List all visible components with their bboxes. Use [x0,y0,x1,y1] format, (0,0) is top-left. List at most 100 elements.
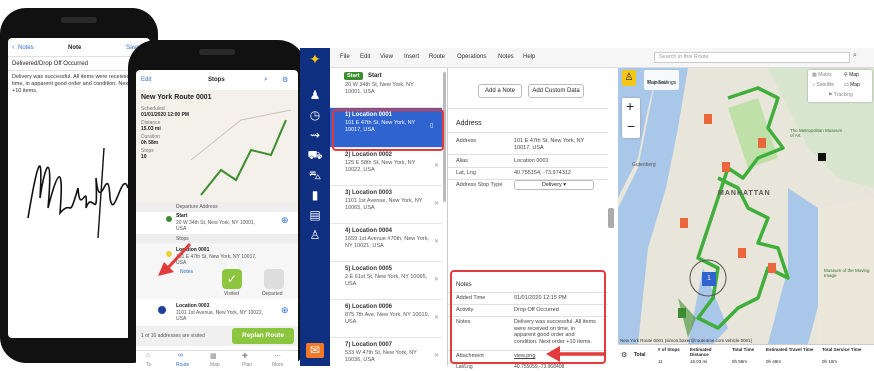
sidebar-user-icon[interactable]: ♟ [306,88,324,103]
start-marker-icon[interactable] [678,308,686,318]
tab-map[interactable]: Map [210,362,220,368]
stop-marker-icon[interactable] [722,162,730,172]
sidebar-team-icon[interactable]: ♙ [306,228,324,243]
add-stop-icon[interactable]: ⊕ [281,305,289,316]
zoom-in-button[interactable]: + [626,98,634,114]
sidebar-chart-icon[interactable]: ▤ [306,208,324,223]
mini-route-map [191,109,292,196]
add-note-button[interactable]: Add a Note [478,84,522,98]
menu-insert[interactable]: Insert [404,54,419,60]
stops-edit-button[interactable]: Edit [141,77,151,83]
sidebar-truck-icon[interactable]: ⛍ [306,168,324,183]
search-icon[interactable]: ⌕ [264,76,268,84]
route-search-input[interactable]: Search in this Route [654,52,850,63]
sidebar-chat-icon[interactable]: ✉ [306,343,324,358]
map2-option[interactable]: ▭ Map [844,82,860,88]
alias-label: Alias [456,158,468,164]
satellite-option[interactable]: ○ Satellite [812,82,834,88]
gear-icon[interactable]: ⚙ [282,76,288,84]
tab-more-icon[interactable]: ⋯ [274,352,281,360]
more-icon[interactable]: ✕ [434,314,439,321]
start-marker-icon [166,216,172,222]
replan-route-button[interactable]: Replan Route [232,328,294,344]
tab-plan-icon[interactable]: ✚ [242,352,248,360]
menu-file[interactable]: File [340,54,350,60]
map-option-label: Map [849,72,859,78]
visited-check-icon[interactable]: ✓ [222,269,242,289]
stop-type-value: Delivery [541,182,562,188]
stop-marker-icon[interactable] [738,248,746,258]
route-map[interactable]: ♙ Map Settings Fairview + − ▦ Matrix ⚲ M… [618,68,874,344]
tab-map-icon[interactable]: ▦ [210,352,217,360]
sidebar-phone-icon[interactable]: ▮ [306,188,324,203]
table-header-service-time: Total Service Time [822,347,862,352]
menu-notes[interactable]: Notes [498,54,514,60]
tab-route-icon[interactable]: ∞ [178,352,183,359]
more-icon[interactable]: ✕ [434,276,439,283]
tab-more[interactable]: More [272,362,283,368]
more-icon[interactable]: ✕ [434,238,439,245]
more-icon[interactable]: ✕ [434,352,439,359]
table-header-total-time: Total Time [732,347,755,352]
stop-marker-icon[interactable] [768,263,776,273]
table-value-total-time: 0h 58m [732,359,748,364]
table-value-distance: 15.03 mi [690,359,708,364]
stop-row-4[interactable]: 4) Location 0004 1659 1st Avenue #70th, N… [330,224,442,262]
note-latlng-label: Lat/Lng [456,364,473,370]
back-chevron-icon[interactable]: ‹ [12,44,14,51]
stops-map-area[interactable]: New York Route 0001 Scheduled 01/01/2020… [136,90,298,202]
tab-to[interactable]: To [146,362,151,368]
zoom-out-button[interactable]: − [627,118,635,134]
stop-row-5[interactable]: 5) Location 0005 2 E 61st St, New York, N… [330,262,442,300]
sidebar-route-icon[interactable]: ⇝ [306,128,324,143]
tab-to-icon[interactable]: ⌂ [146,352,150,359]
stop-type-select[interactable]: Delivery ▾ [514,180,594,190]
tracking-option[interactable]: ⚑ Tracking [828,92,853,98]
map-option[interactable]: ⚲ Map [844,72,859,78]
start-address: 20 W 34th St, New York, NY 10001, USA [345,82,414,95]
menu-operations[interactable]: Operations [457,54,486,60]
panel-collapse-handle[interactable] [608,208,614,228]
map2-label: Map [850,82,860,88]
menu-route[interactable]: Route [429,54,445,60]
sidebar: ✦ ♟ ◷ ⇝ ⛟ ⛍ ▮ ▤ ♙ ✉ [300,48,330,366]
stop-row-start[interactable]: Start Start 20 W 34th St, New York, NY 1… [330,68,442,108]
menu-help[interactable]: Help [523,54,535,60]
sidebar-clock-icon[interactable]: ◷ [306,108,324,123]
search-icon[interactable]: ⌕ [853,52,857,60]
matrix-option[interactable]: ▦ Matrix [812,72,832,78]
table-value-travel-time: 0h 48m [766,359,782,364]
matrix-label: Matrix [818,72,832,78]
vehicle-marker-icon[interactable] [818,153,826,161]
stop-address: 1101 1st Avenue, New York, NY 10065, USA [345,198,423,211]
tab-route[interactable]: Route [176,362,189,368]
tab-bar: ⌂ To ∞ Route ▦ Map ✚ Plan ⋯ More [136,350,298,370]
stop-row-2[interactable]: 2) Location 0002 125 E 58th St, New York,… [330,148,442,186]
stop-row-6[interactable]: 6) Location 0006 875 7th Ave, New York, N… [330,300,442,338]
stop-marker-icon[interactable] [680,218,688,228]
stop-marker-icon[interactable] [758,138,766,148]
stop-row-3[interactable]: 3) Location 0003 1101 1st Avenue, New Yor… [330,186,442,224]
selected-stop-marker-icon[interactable]: 1 [702,272,716,286]
stop-name: Location 0003 [176,303,210,309]
tab-plan[interactable]: Plan [242,362,252,368]
start-badge: Start [344,72,363,80]
menu-edit[interactable]: Edit [360,54,370,60]
pegman-icon[interactable]: ♙ [622,70,636,86]
more-icon[interactable]: ✕ [434,162,439,169]
add-custom-data-button[interactable]: Add Custom Data [528,84,584,98]
sidebar-cart-icon[interactable]: ⛟ [306,148,324,163]
add-stop-icon[interactable]: ⊕ [281,215,289,226]
address-section-heading: Address [456,120,482,127]
more-icon[interactable]: ✕ [434,200,439,207]
notes-back-button[interactable]: Notes [18,45,34,51]
departed-button[interactable] [264,269,284,289]
map-label-museum: Museum of the Moving Image [824,268,870,278]
stop-address: 125 E 58th St, New York, NY 10022, USA [345,160,416,173]
stop-row-7[interactable]: 7) Location 0007 533 W 47th St, New York,… [330,338,442,366]
stop-marker-icon[interactable] [704,114,712,124]
highlight-selected-stop [332,109,444,151]
gear-icon[interactable]: ⚙ [621,351,627,359]
menu-view[interactable]: View [380,54,393,60]
stop-name: 4) Location 0004 [345,228,393,234]
